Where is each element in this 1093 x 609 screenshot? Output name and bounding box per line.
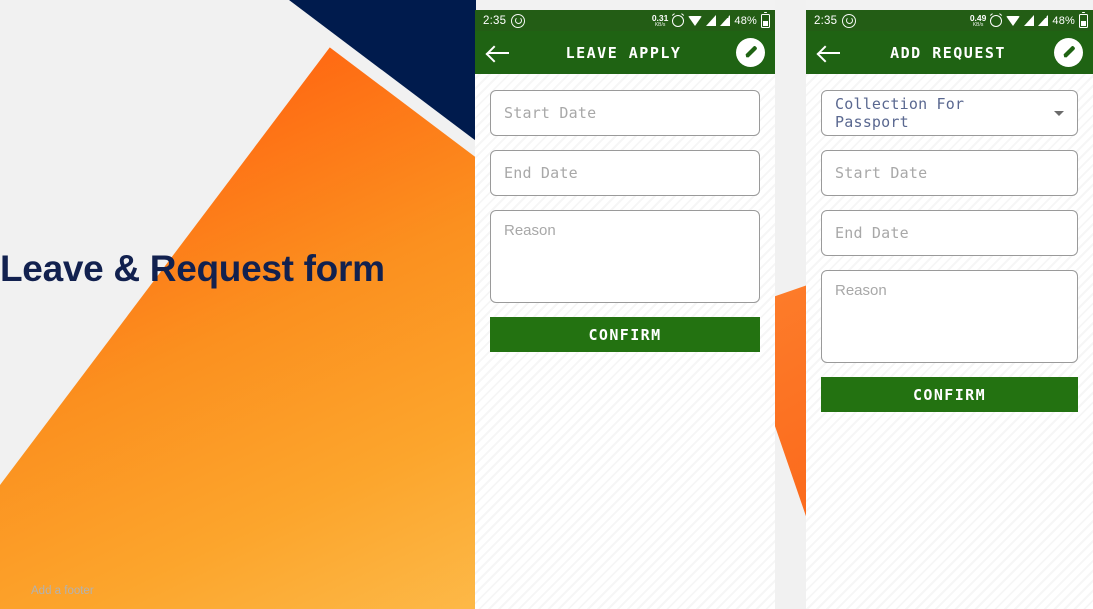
signal-bars-icon: 2	[720, 14, 731, 26]
whatsapp-icon	[842, 13, 857, 28]
whatsapp-icon	[511, 13, 526, 28]
network-speed-unit: KB/s	[654, 21, 666, 28]
start-date-input[interactable]: Start Date	[490, 90, 760, 136]
signal-bars-icon: 2	[1038, 14, 1049, 26]
status-bar: 2:35 0.49 KB/s 2 48%	[806, 10, 1093, 31]
battery-icon	[1079, 11, 1088, 28]
end-date-input[interactable]: End Date	[490, 150, 760, 196]
wifi-icon	[688, 15, 703, 26]
network-speed-indicator: 0.31 KB/s	[651, 12, 669, 28]
alarm-clock-icon	[990, 14, 1003, 27]
network-speed-value: 0.49	[969, 12, 987, 23]
battery-percent: 48%	[1052, 14, 1075, 27]
wifi-icon	[1006, 15, 1021, 26]
orange-diagonal-accent	[775, 244, 806, 609]
status-icons-group: 0.31 KB/s 2 48%	[651, 11, 770, 28]
network-speed-value: 0.31	[651, 12, 669, 23]
back-arrow-icon[interactable]	[816, 40, 842, 66]
reason-textarea[interactable]: Reason	[821, 270, 1078, 363]
battery-icon	[761, 11, 770, 28]
page-title: Leave & Request form	[0, 248, 385, 289]
screenshot-leave-apply: 2:35 0.31 KB/s 2 48% LEAVE APPLY Start D…	[475, 10, 775, 609]
chevron-down-icon	[1054, 110, 1064, 116]
confirm-button[interactable]: CONFIRM	[490, 317, 760, 352]
pencil-edit-icon[interactable]	[1054, 38, 1083, 67]
back-arrow-icon[interactable]	[485, 40, 511, 66]
network-speed-unit: KB/s	[972, 21, 984, 28]
sim-slot-label: 2	[725, 14, 729, 20]
network-speed-indicator: 0.49 KB/s	[969, 12, 987, 28]
signal-bars-icon	[706, 15, 717, 26]
request-type-value: Collection For Passport	[835, 95, 965, 131]
pencil-edit-icon[interactable]	[736, 38, 765, 67]
end-date-input[interactable]: End Date	[821, 210, 1078, 256]
reason-textarea[interactable]: Reason	[490, 210, 760, 303]
start-date-input[interactable]: Start Date	[821, 150, 1078, 196]
app-bar-title: ADD REQUEST	[890, 43, 1006, 62]
status-time: 2:35	[814, 14, 838, 27]
signal-bars-icon	[1024, 15, 1035, 26]
form-leave-apply: Start Date End Date Reason CONFIRM	[475, 74, 775, 352]
decorative-gap-band	[775, 0, 806, 609]
battery-percent: 48%	[734, 14, 757, 27]
sim-slot-label: 2	[1043, 14, 1047, 20]
slide-footer-placeholder[interactable]: Add a footer	[31, 585, 94, 597]
request-type-dropdown[interactable]: Collection For Passport	[821, 90, 1078, 136]
app-bar: ADD REQUEST	[806, 31, 1093, 74]
status-bar: 2:35 0.31 KB/s 2 48%	[475, 10, 775, 31]
confirm-button[interactable]: CONFIRM	[821, 377, 1078, 412]
form-add-request: Collection For Passport Start Date End D…	[806, 74, 1093, 412]
app-bar-title: LEAVE APPLY	[565, 43, 682, 62]
presentation-slide: Leave & Request form Add a footer	[0, 0, 476, 609]
alarm-clock-icon	[672, 14, 685, 27]
screenshot-add-request: 2:35 0.49 KB/s 2 48% ADD REQUEST Collect…	[806, 10, 1093, 609]
status-icons-group: 0.49 KB/s 2 48%	[969, 11, 1088, 28]
slide-canvas: Leave & Request form Add a footer 2:35 0…	[0, 0, 1093, 609]
status-time: 2:35	[483, 14, 507, 27]
app-bar: LEAVE APPLY	[475, 31, 775, 74]
